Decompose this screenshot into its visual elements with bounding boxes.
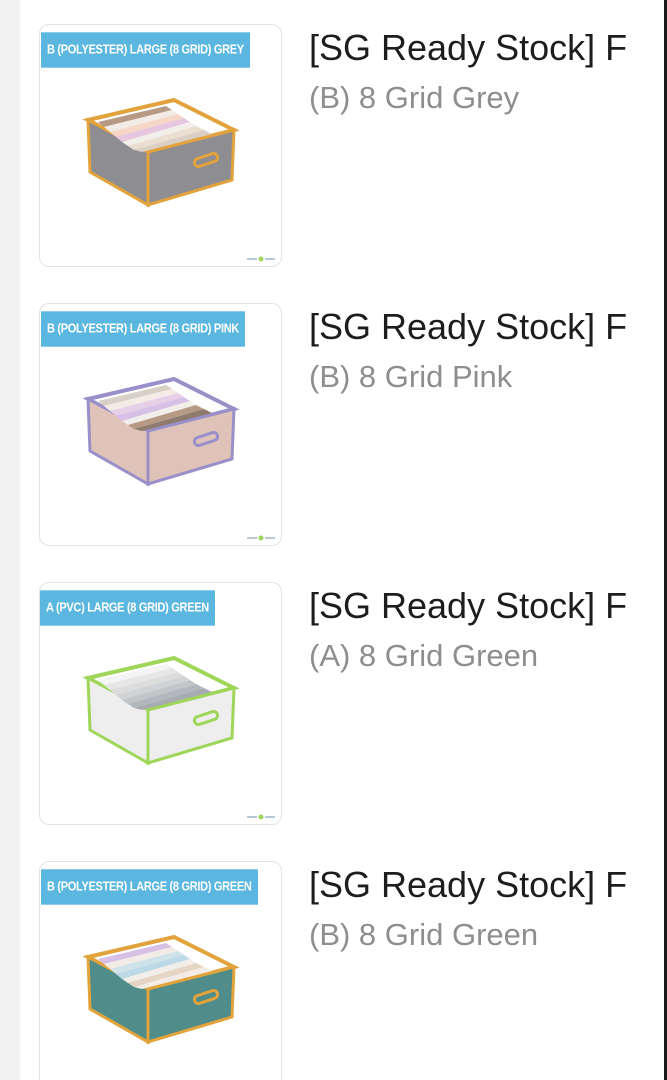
thumbnail-label: A (PVC) LARGE (8 GRID) GREEN (40, 590, 215, 626)
storage-box-illustration (82, 934, 240, 1045)
product-variant: (B) 8 Grid Green (309, 917, 539, 952)
product-variant: (B) 8 Grid Pink (309, 359, 513, 394)
product-thumbnail[interactable]: A (PVC) LARGE (8 GRID) GREEN (39, 582, 282, 825)
list-item[interactable]: A (PVC) LARGE (8 GRID) GREEN [SG Ready S… (0, 558, 667, 837)
product-title[interactable]: [SG Ready Stock] F (309, 307, 627, 347)
list-item[interactable]: B (POLYESTER) LARGE (8 GRID) PINK [SG Re… (0, 279, 667, 558)
thumbnail-label: B (POLYESTER) LARGE (8 GRID) PINK (41, 311, 245, 347)
storage-box-illustration (82, 376, 240, 487)
product-title[interactable]: [SG Ready Stock] F (309, 28, 627, 68)
brand-watermark-icon (247, 535, 275, 541)
product-thumbnail[interactable]: B (POLYESTER) LARGE (8 GRID) PINK (39, 303, 282, 546)
brand-watermark-icon (247, 814, 275, 820)
product-variant: (A) 8 Grid Green (309, 638, 539, 673)
order-items-list: B (POLYESTER) LARGE (8 GRID) GREY [SG Re… (0, 0, 667, 1080)
thumbnail-label: B (POLYESTER) LARGE (8 GRID) GREY (41, 32, 250, 68)
product-thumbnail[interactable]: B (POLYESTER) LARGE (8 GRID) GREEN (39, 861, 282, 1080)
product-thumbnail[interactable]: B (POLYESTER) LARGE (8 GRID) GREY (39, 24, 282, 267)
list-item[interactable]: B (POLYESTER) LARGE (8 GRID) GREY [SG Re… (0, 0, 667, 279)
storage-box-illustration (82, 655, 240, 766)
storage-box-illustration (82, 97, 240, 208)
product-variant: (B) 8 Grid Grey (309, 80, 520, 115)
brand-watermark-icon (247, 256, 275, 262)
product-title[interactable]: [SG Ready Stock] F (309, 586, 627, 626)
product-title[interactable]: [SG Ready Stock] F (309, 865, 627, 905)
thumbnail-label: B (POLYESTER) LARGE (8 GRID) GREEN (41, 869, 258, 905)
list-item[interactable]: B (POLYESTER) LARGE (8 GRID) GREEN [SG R… (0, 837, 667, 1080)
